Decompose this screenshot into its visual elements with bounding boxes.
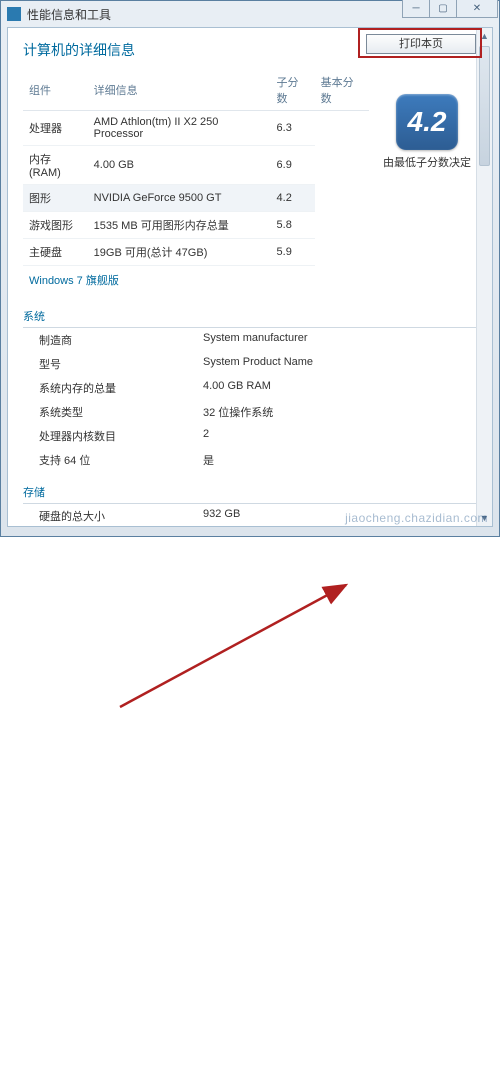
table-cell: 6.3 xyxy=(271,111,315,146)
window-title: 性能信息和工具 xyxy=(27,6,111,23)
base-score-caption: 由最低子分数决定 xyxy=(377,154,477,170)
scroll-down-icon[interactable]: ▼ xyxy=(477,510,492,526)
minimize-button[interactable]: ─ xyxy=(402,0,430,18)
detail-key: 硬盘的总大小 xyxy=(23,508,203,524)
table-row: 游戏图形1535 MB 可用图形内存总量5.8 xyxy=(23,212,369,239)
table-cell: 处理器 xyxy=(23,111,88,146)
table-row: 主硬盘19GB 可用(总计 47GB)5.9 xyxy=(23,239,369,266)
table-row: 内存(RAM)4.00 GB6.9 xyxy=(23,146,369,185)
detail-key: 支持 64 位 xyxy=(23,452,203,468)
section-heading: 系统 xyxy=(23,300,477,328)
detail-value: 2 xyxy=(203,428,477,444)
table-cell: AMD Athlon(tm) II X2 250 Processor xyxy=(88,111,271,146)
base-score-panel: 4.2 由最低子分数决定 xyxy=(377,70,477,170)
detail-key: 制造商 xyxy=(23,332,203,348)
table-cell: 4.2 xyxy=(271,185,315,212)
table-cell: NVIDIA GeForce 9500 GT xyxy=(88,185,271,212)
table-cell: 内存(RAM) xyxy=(23,146,88,185)
scroll-up-icon[interactable]: ▲ xyxy=(477,28,492,44)
detail-value: System manufacturer xyxy=(203,332,477,348)
table-cell: 5.9 xyxy=(271,239,315,266)
table-cell: 游戏图形 xyxy=(23,212,88,239)
detail-value: 32 位操作系统 xyxy=(203,404,477,420)
detail-row: 系统类型32 位操作系统 xyxy=(23,400,477,424)
col-basescore: 基本分数 xyxy=(315,70,369,111)
table-row: 图形NVIDIA GeForce 9500 GT4.2 xyxy=(23,185,369,212)
detail-row: 制造商System manufacturer xyxy=(23,328,477,352)
col-detail: 详细信息 xyxy=(88,70,271,111)
os-edition: Windows 7 旗舰版 xyxy=(23,266,369,296)
close-button[interactable]: ✕ xyxy=(456,0,498,18)
performance-table: 组件 详细信息 子分数 基本分数 处理器AMD Athlon(tm) II X2… xyxy=(23,70,369,296)
app-icon xyxy=(7,7,21,21)
base-score-badge: 4.2 xyxy=(396,94,458,150)
detail-row: 硬盘的总大小932 GB xyxy=(23,504,477,526)
table-row: 处理器AMD Athlon(tm) II X2 250 Processor6.3 xyxy=(23,111,369,146)
detail-key: 处理器内核数目 xyxy=(23,428,203,444)
table-cell: 6.9 xyxy=(271,146,315,185)
detail-key: 系统内存的总量 xyxy=(23,380,203,396)
detail-key: 系统类型 xyxy=(23,404,203,420)
detail-value: 932 GB xyxy=(203,508,477,524)
scroll-thumb[interactable] xyxy=(479,46,490,166)
col-subscore: 子分数 xyxy=(271,70,315,111)
table-cell: 1535 MB 可用图形内存总量 xyxy=(88,212,271,239)
detail-row: 系统内存的总量4.00 GB RAM xyxy=(23,376,477,400)
window-frame: 性能信息和工具 ─ ▢ ✕ 计算机的详细信息 组件 详细信息 子分数 xyxy=(0,0,500,537)
window-controls: ─ ▢ ✕ xyxy=(403,0,498,18)
titlebar[interactable]: 性能信息和工具 ─ ▢ ✕ xyxy=(1,1,499,27)
table-cell: 主硬盘 xyxy=(23,239,88,266)
detail-value: 是 xyxy=(203,452,477,468)
table-cell: 19GB 可用(总计 47GB) xyxy=(88,239,271,266)
detail-value: System Product Name xyxy=(203,356,477,372)
vertical-scrollbar[interactable]: ▲ ▼ xyxy=(476,28,492,526)
print-page-button[interactable]: 打印本页 xyxy=(366,34,476,54)
maximize-button[interactable]: ▢ xyxy=(429,0,457,18)
content-area: 计算机的详细信息 组件 详细信息 子分数 基本分数 处理器AMD Athlon( xyxy=(7,27,493,527)
table-cell: 4.00 GB xyxy=(88,146,271,185)
table-cell: 5.8 xyxy=(271,212,315,239)
annotation-arrow xyxy=(0,537,500,1074)
detail-row: 型号System Product Name xyxy=(23,352,477,376)
detail-value: 4.00 GB RAM xyxy=(203,380,477,396)
section-heading: 存储 xyxy=(23,476,477,504)
detail-row: 处理器内核数目2 xyxy=(23,424,477,448)
table-cell: 图形 xyxy=(23,185,88,212)
detail-row: 支持 64 位是 xyxy=(23,448,477,472)
col-component: 组件 xyxy=(23,70,88,111)
detail-key: 型号 xyxy=(23,356,203,372)
